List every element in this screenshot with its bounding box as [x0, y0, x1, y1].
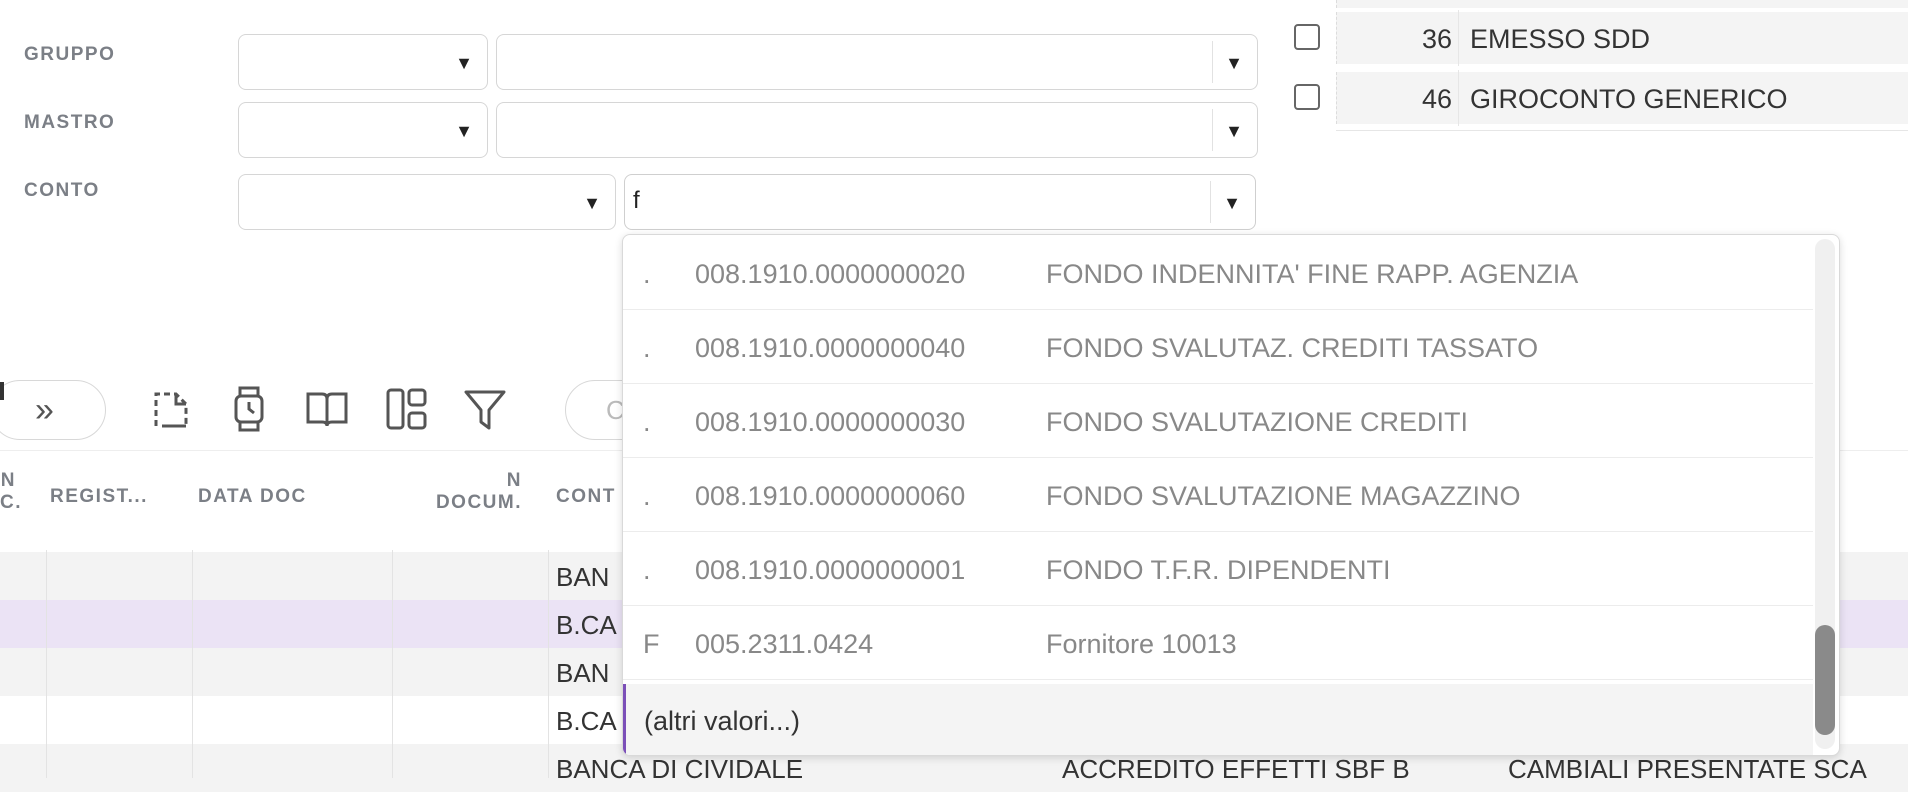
dropdown-option[interactable]: . 008.1910.0000000060 FONDO SVALUTAZIONE… [623, 457, 1813, 532]
mastro-desc-select[interactable]: ▼ [496, 102, 1258, 158]
cell-conto: BAN [556, 658, 610, 688]
conto-label: CONTO [24, 180, 100, 201]
col-header-n-docum[interactable]: N DOCUM. [410, 470, 522, 514]
dropdown-option[interactable]: . 008.1910.0000000020 FONDO INDENNITA' F… [623, 235, 1813, 310]
new-document-icon[interactable] [148, 386, 194, 432]
dropdown-option[interactable]: . 008.1910.0000000030 FONDO SVALUTAZIONE… [623, 383, 1813, 458]
list-item[interactable]: 36 EMESSO SDD [1286, 10, 1908, 66]
pagination-next-button[interactable]: » [0, 380, 106, 440]
causale-description: EMESSO SDD [1470, 24, 1651, 54]
causale-description: GIROCONTO GENERICO [1470, 84, 1788, 114]
dropdown-option[interactable]: . 008.1910.0000000040 FONDO SVALUTAZ. CR… [623, 309, 1813, 384]
layout-icon[interactable] [384, 386, 430, 432]
causale-code: 46 [1421, 84, 1452, 114]
conto-code-select[interactable]: ▼ [238, 174, 616, 230]
dropdown-more-values[interactable]: (altri valori...) [623, 684, 1813, 755]
chevron-down-icon: ▼ [1223, 193, 1241, 213]
checkbox[interactable] [1294, 24, 1320, 50]
col-header-registro[interactable]: REGIST... [50, 486, 148, 508]
mastro-label: MASTRO [24, 112, 116, 133]
dropdown-scrollbar-thumb[interactable] [1815, 625, 1835, 735]
mastro-code-select[interactable]: ▼ [238, 102, 488, 158]
gruppo-code-select[interactable]: ▼ [238, 34, 488, 90]
col-header-data-doc[interactable]: DATA DOC [198, 486, 307, 508]
gruppo-label: GRUPPO [24, 44, 116, 65]
conto-search-input[interactable]: f ▼ [624, 174, 1256, 230]
cell-conto: BAN [556, 562, 610, 592]
filter-icon[interactable] [462, 386, 508, 432]
col-header-conto[interactable]: CONT [556, 486, 616, 508]
causale-code: 36 [1421, 24, 1452, 54]
col-header-nreg[interactable]: N C. [0, 470, 21, 514]
dropdown-option[interactable]: . 008.1910.0000000001 FONDO T.F.R. DIPEN… [623, 531, 1813, 606]
dropdown-option[interactable]: F 005.2311.0424 Fornitore 10013 [623, 605, 1813, 680]
cell-conto: BANCA DI CIVIDALE [556, 754, 804, 784]
cell-conto: B.CA [556, 610, 617, 640]
book-icon[interactable] [304, 386, 350, 432]
chevron-down-icon: ▼ [455, 121, 473, 141]
cell-causale: CAMBIALI PRESENTATE SCA [1508, 754, 1867, 784]
cell-descrizione: ACCREDITO EFFETTI SBF B [1062, 754, 1410, 784]
list-item[interactable]: 46 GIROCONTO GENERICO [1286, 70, 1908, 126]
gruppo-desc-select[interactable]: ▼ [496, 34, 1258, 90]
chevron-down-icon: ▼ [1225, 121, 1243, 141]
chevron-down-icon: ▼ [583, 193, 601, 213]
chevron-double-right-icon: » [35, 391, 54, 429]
checkbox[interactable] [1294, 84, 1320, 110]
conto-dropdown[interactable]: . 008.1910.0000000020 FONDO INDENNITA' F… [622, 234, 1840, 756]
chevron-down-icon: ▼ [1225, 53, 1243, 73]
cell-conto: B.CA [556, 706, 617, 736]
chevron-down-icon: ▼ [455, 53, 473, 73]
conto-search-value: f [633, 187, 640, 214]
watch-icon[interactable] [226, 386, 272, 432]
